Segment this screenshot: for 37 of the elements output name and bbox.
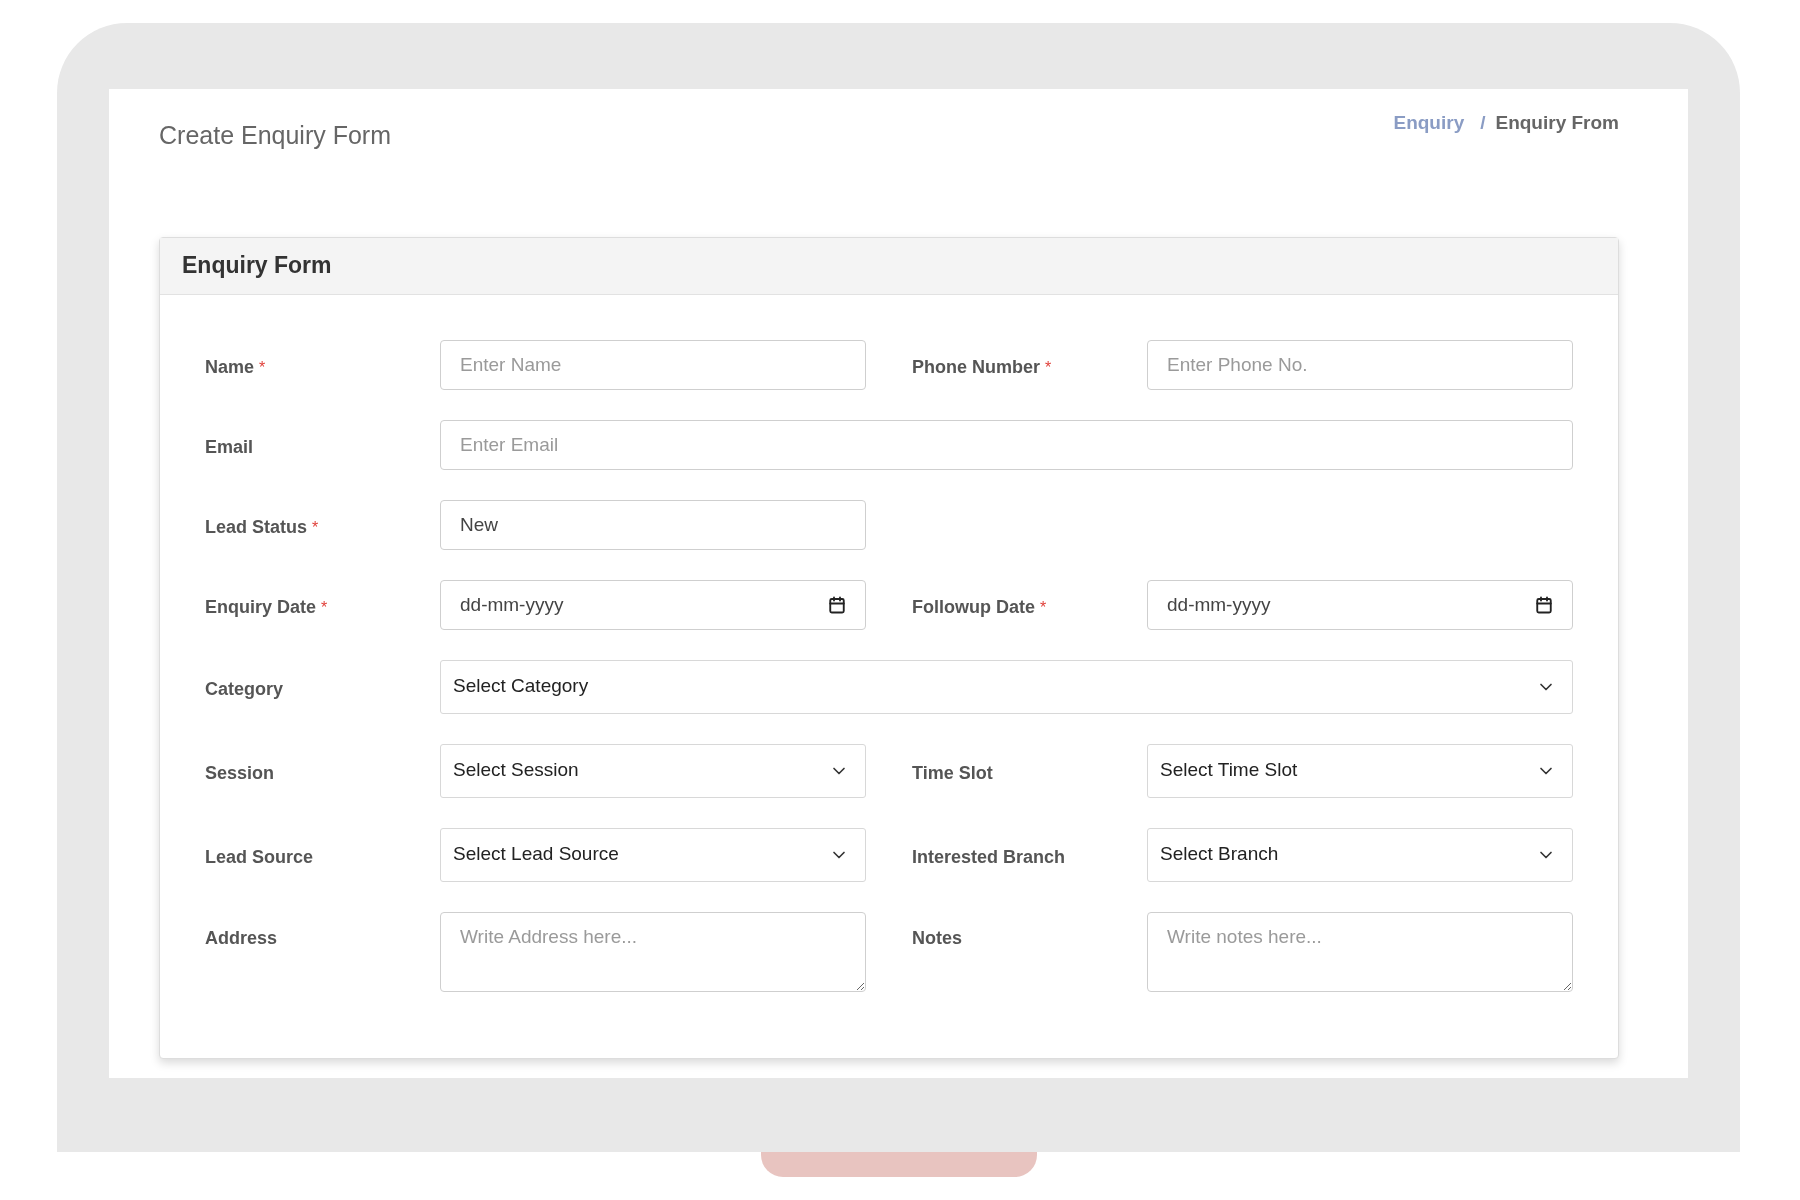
- textarea-field[interactable]: Write notes here...: [1147, 911, 1573, 992]
- select-dropdown[interactable]: Select Time Slot: [1147, 743, 1573, 798]
- page-title: Create Enquiry Form: [159, 120, 392, 151]
- input-field[interactable]: New: [440, 499, 866, 550]
- select-dropdown[interactable]: Select Branch: [1147, 827, 1573, 882]
- calendar-icon[interactable]: [828, 595, 846, 614]
- input-field[interactable]: Enter Phone No.: [1147, 339, 1573, 390]
- field-label: Time Slot: [912, 762, 993, 785]
- date-field[interactable]: dd-mm-yyyy: [440, 579, 866, 630]
- calendar-icon[interactable]: [1535, 595, 1553, 614]
- field-label: Interested Branch: [912, 846, 1066, 869]
- select-dropdown[interactable]: Select Session: [440, 743, 866, 798]
- required-asterisk: *: [1045, 357, 1052, 378]
- field-label: Email: [205, 436, 254, 459]
- field-label: Session: [205, 762, 275, 785]
- card-title: Enquiry Form: [182, 251, 332, 281]
- field-label: Category: [205, 678, 284, 701]
- field-label: Followup Date: [912, 596, 1035, 619]
- field-label: Phone Number: [912, 356, 1040, 379]
- breadcrumb-current: Enquiry From: [1495, 111, 1619, 135]
- select-dropdown[interactable]: Select Category: [440, 659, 1573, 714]
- textarea-field[interactable]: Write Address here...: [440, 911, 866, 992]
- required-asterisk: *: [321, 597, 328, 618]
- required-asterisk: *: [312, 517, 319, 538]
- date-field[interactable]: dd-mm-yyyy: [1147, 579, 1573, 630]
- field-label: Enquiry Date: [205, 596, 317, 619]
- breadcrumb-separator: /: [1480, 111, 1486, 135]
- field-label: Lead Source: [205, 846, 314, 869]
- field-label: Name: [205, 356, 255, 379]
- required-asterisk: *: [1040, 597, 1047, 618]
- input-field[interactable]: Enter Email: [440, 419, 1573, 470]
- field-label: Address: [205, 927, 278, 950]
- field-label: Notes: [912, 927, 962, 950]
- required-asterisk: *: [259, 357, 266, 378]
- select-dropdown[interactable]: Select Lead Source: [440, 827, 866, 882]
- input-field[interactable]: Enter Name: [440, 339, 866, 390]
- field-label: Lead Status: [205, 516, 308, 539]
